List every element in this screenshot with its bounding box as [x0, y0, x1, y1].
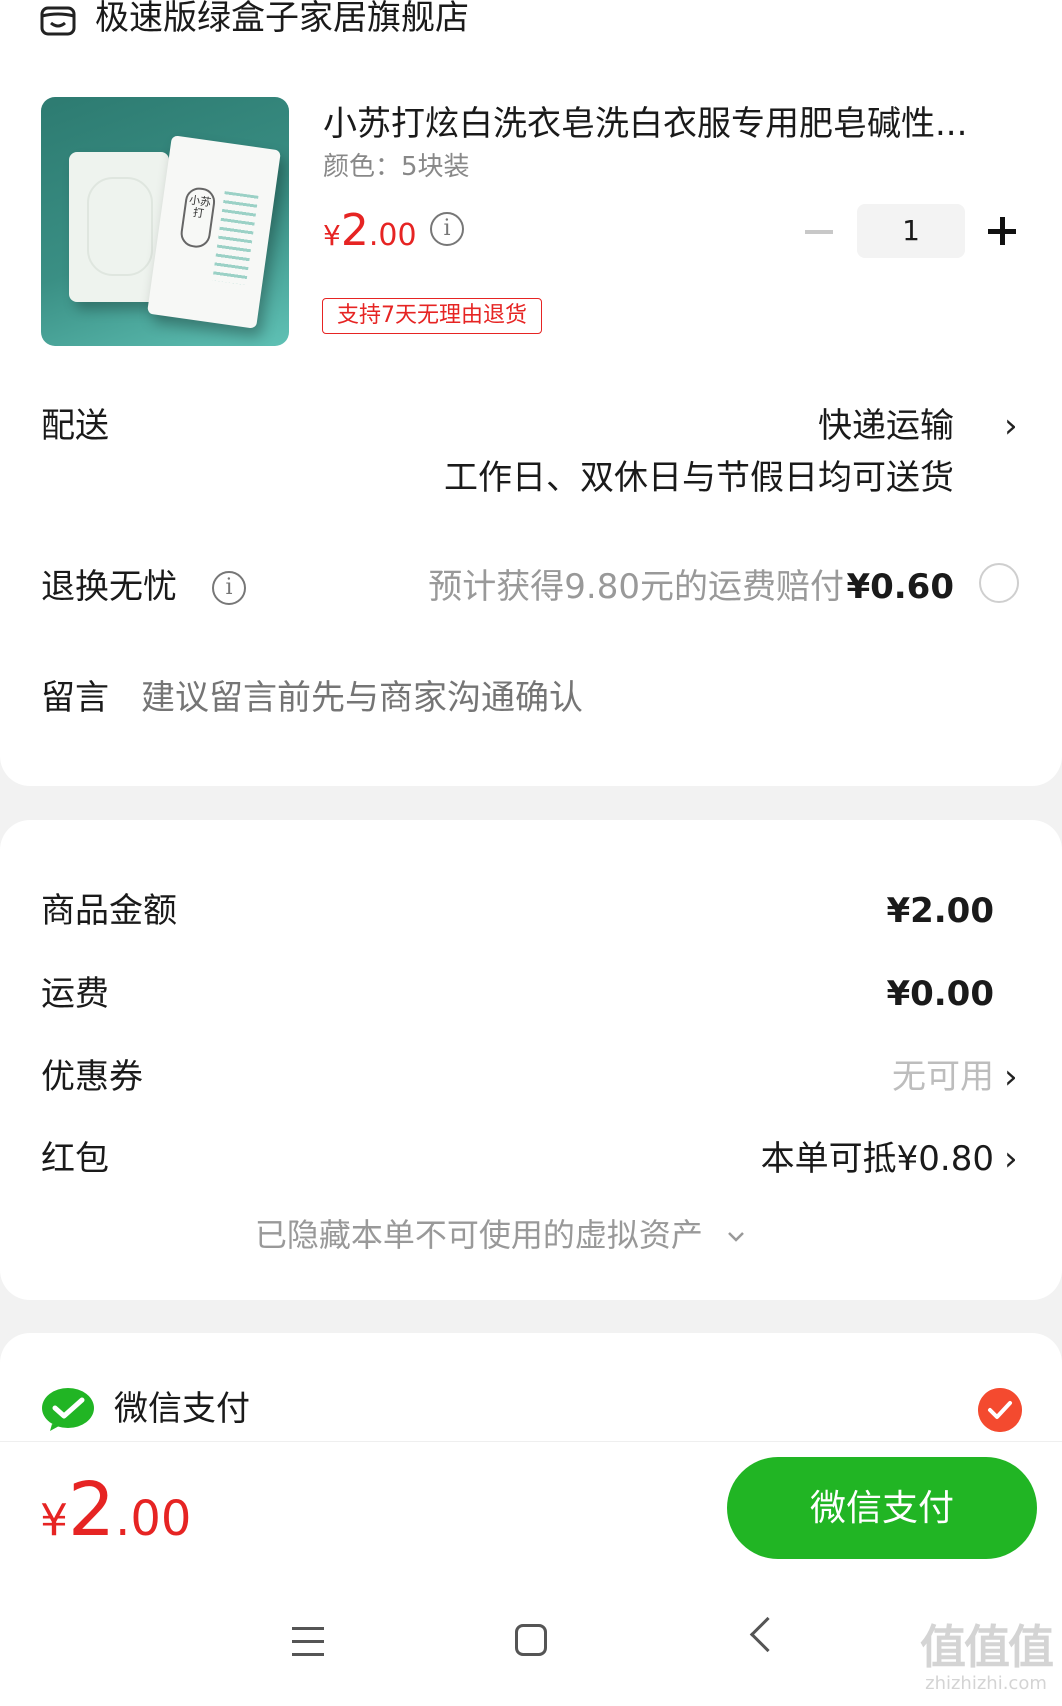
delivery-method[interactable]: 快递运输 — [818, 404, 954, 448]
decrease-quantity-button[interactable] — [805, 230, 833, 234]
goods-amount-label: 商品金额 — [41, 891, 177, 931]
return-insurance-price: ¥0.60 — [846, 567, 954, 607]
home-icon[interactable] — [515, 1624, 547, 1656]
shipping-value: ¥0.00 — [886, 974, 994, 1014]
return-info-icon[interactable]: i — [212, 571, 246, 605]
shipping-label: 运费 — [41, 974, 109, 1014]
store-name[interactable]: 极速版绿盒子家居旗舰店 — [95, 0, 469, 40]
wechat-pay-icon — [42, 1388, 94, 1431]
total-price: ¥2.00 — [40, 1467, 192, 1553]
message-label: 留言 — [41, 678, 109, 718]
hidden-assets-toggle[interactable]: 已隐藏本单不可使用的虚拟资产 — [0, 1213, 1000, 1257]
return-policy-tag: 支持7天无理由退货 — [322, 298, 542, 334]
red-packet-chevron-icon[interactable]: › — [1004, 1137, 1018, 1181]
red-packet-value[interactable]: 本单可抵¥0.80 — [761, 1137, 994, 1181]
product-spec: 颜色：5块装 — [323, 152, 470, 182]
quantity-input[interactable]: 1 — [857, 204, 965, 258]
goods-amount-value: ¥2.00 — [886, 891, 994, 931]
price-info-icon[interactable]: i — [430, 212, 464, 246]
coupon-value[interactable]: 无可用 — [892, 1055, 994, 1099]
hidden-assets-text: 已隐藏本单不可使用的虚拟资产 — [254, 1216, 703, 1254]
selected-check-icon[interactable] — [978, 1388, 1022, 1432]
message-input[interactable] — [141, 676, 941, 720]
return-insurance-label: 退换无忧 — [41, 567, 177, 607]
chevron-down-icon — [728, 1232, 744, 1242]
soap-pack-graphic: 小苏打 — [147, 135, 281, 329]
return-insurance-radio[interactable] — [979, 563, 1019, 603]
delivery-chevron-icon[interactable]: › — [1004, 404, 1018, 448]
store-icon — [40, 6, 76, 36]
coupon-chevron-icon[interactable]: › — [1004, 1055, 1018, 1099]
red-packet-label: 红包 — [41, 1139, 109, 1179]
recent-apps-icon[interactable] — [292, 1627, 324, 1666]
coupon-label: 优惠券 — [41, 1057, 143, 1097]
product-image[interactable]: 小苏打 — [41, 97, 289, 346]
delivery-label: 配送 — [41, 406, 109, 446]
watermark-logo: 值值值 zhizhizhi.com — [920, 1620, 1054, 1694]
product-price: ¥2.00 — [323, 205, 417, 256]
plus-icon[interactable] — [999, 217, 1005, 245]
return-insurance-desc: 预计获得9.80元的运费赔付 — [428, 567, 844, 607]
pack-label: 小苏打 — [178, 185, 217, 250]
delivery-note: 工作日、双休日与节假日均可送货 — [444, 458, 954, 498]
payment-method-label[interactable]: 微信支付 — [114, 1387, 250, 1431]
product-title[interactable]: 小苏打炫白洗衣皂洗白衣服专用肥皂碱性... — [323, 102, 1013, 146]
wechat-pay-button[interactable]: 微信支付 — [727, 1457, 1037, 1559]
